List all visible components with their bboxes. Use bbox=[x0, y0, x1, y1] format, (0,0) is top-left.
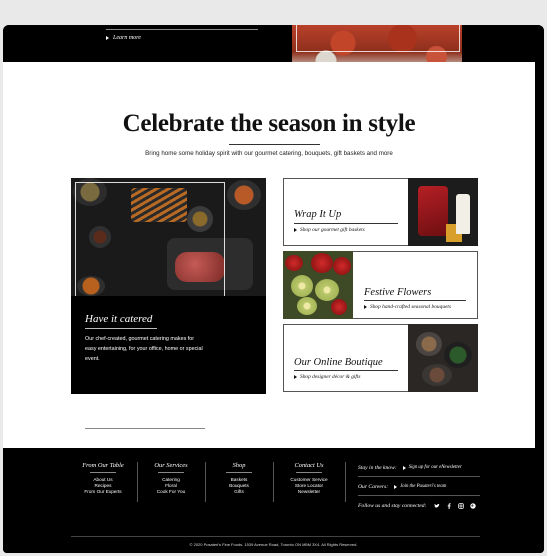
gift-baskets-link[interactable]: Shop our gourmet gift baskets bbox=[294, 227, 365, 233]
pinterest-icon[interactable] bbox=[470, 502, 477, 509]
twitter-icon[interactable] bbox=[434, 503, 441, 509]
title-underline bbox=[229, 144, 320, 145]
divider bbox=[358, 495, 480, 496]
bouquets-link[interactable]: Shop hand-crafted seasonal bouquets bbox=[364, 304, 451, 310]
bouquet-photo bbox=[283, 251, 353, 319]
learn-more-link[interactable]: Learn more bbox=[106, 35, 141, 41]
footer-signup-block: Stay in the know: Sign up for our eNewsl… bbox=[358, 462, 480, 511]
decor-gifts-link[interactable]: Shop designer décor & gifts bbox=[294, 374, 361, 380]
divider bbox=[71, 536, 480, 537]
caret-right-icon bbox=[85, 437, 88, 441]
social-links bbox=[434, 502, 477, 509]
page-subtitle: Bring home some holiday spirit with our … bbox=[145, 150, 393, 157]
divider bbox=[137, 462, 138, 502]
copyright: © 2020 Pusateri's Fine Foods. 1539 Avenu… bbox=[189, 542, 358, 547]
catering-photo bbox=[71, 178, 266, 296]
caret-right-icon bbox=[402, 465, 406, 470]
follow-label: Follow us and stay connected: bbox=[358, 502, 427, 509]
promo-title: Wrap It Up bbox=[294, 209, 342, 220]
newsletter-signup-link[interactable]: Sign up for our eNewsletter bbox=[402, 465, 462, 470]
divider bbox=[294, 223, 398, 224]
catering-title: Have it catered bbox=[85, 313, 153, 325]
festive-flowers-card[interactable]: Festive Flowers Shop hand-crafted season… bbox=[283, 251, 478, 319]
footer-column-from-our-table: From Our Table About Us Recipes From Our… bbox=[73, 462, 133, 495]
footer-column-contact-us: Contact Us Customer Service Store Locato… bbox=[277, 462, 341, 495]
divider bbox=[85, 428, 205, 429]
boutique-photo bbox=[408, 324, 478, 392]
footer: From Our Table About Us Recipes From Our… bbox=[3, 448, 544, 553]
footer-column-our-services: Our Services Catering Floral Cook For Yo… bbox=[141, 462, 201, 495]
caret-right-icon bbox=[106, 36, 109, 40]
divider bbox=[273, 462, 274, 502]
caret-right-icon bbox=[294, 375, 297, 379]
caret-right-icon bbox=[294, 228, 297, 232]
footer-link[interactable]: From Our Experts bbox=[73, 489, 133, 495]
promo-title: Festive Flowers bbox=[364, 287, 432, 298]
footer-heading: Contact Us bbox=[294, 462, 324, 469]
previous-section: Learn more bbox=[3, 25, 544, 63]
instagram-icon[interactable] bbox=[458, 502, 465, 509]
divider bbox=[358, 476, 480, 477]
newsletter-label: Stay in the know: bbox=[358, 464, 397, 471]
footer-column-shop: Shop Baskets Bouquets Gifts bbox=[209, 462, 269, 495]
footer-heading: From Our Table bbox=[82, 462, 124, 469]
divider bbox=[294, 370, 398, 371]
catering-card[interactable]: Have it catered Our chef-created, gourme… bbox=[71, 178, 266, 442]
page-frame: Learn more Celebrate the season in style… bbox=[3, 25, 544, 553]
gift-basket-photo bbox=[408, 178, 478, 246]
promo-title: Our Online Boutique bbox=[294, 357, 383, 368]
footer-link[interactable]: Newsletter bbox=[277, 489, 341, 495]
divider bbox=[106, 29, 258, 30]
wrap-it-up-card[interactable]: Wrap It Up Shop our gourmet gift baskets bbox=[283, 178, 478, 246]
footer-heading: Shop bbox=[232, 462, 246, 469]
footer-link[interactable]: Gifts bbox=[209, 489, 269, 495]
facebook-icon[interactable] bbox=[446, 502, 452, 509]
page-title: Celebrate the season in style bbox=[122, 110, 416, 137]
online-boutique-card[interactable]: Our Online Boutique Shop designer décor … bbox=[283, 324, 478, 392]
catering-description: Our chef-created, gourmet catering makes… bbox=[85, 336, 203, 362]
caret-right-icon bbox=[364, 305, 367, 309]
footer-link[interactable]: Cook For You bbox=[141, 489, 201, 495]
divider bbox=[345, 462, 346, 502]
divider bbox=[205, 462, 206, 502]
main-content: Celebrate the season in style Bring home… bbox=[3, 62, 535, 448]
caret-right-icon bbox=[394, 484, 398, 489]
careers-label: Our Careers: bbox=[358, 483, 389, 490]
careers-link[interactable]: Join the Pusateri's team bbox=[394, 484, 446, 489]
catering-menus-link[interactable]: Explore our chef-created catering menus bbox=[85, 436, 184, 442]
divider bbox=[85, 328, 157, 329]
footer-heading: Our Services bbox=[154, 462, 188, 469]
divider bbox=[364, 300, 466, 301]
